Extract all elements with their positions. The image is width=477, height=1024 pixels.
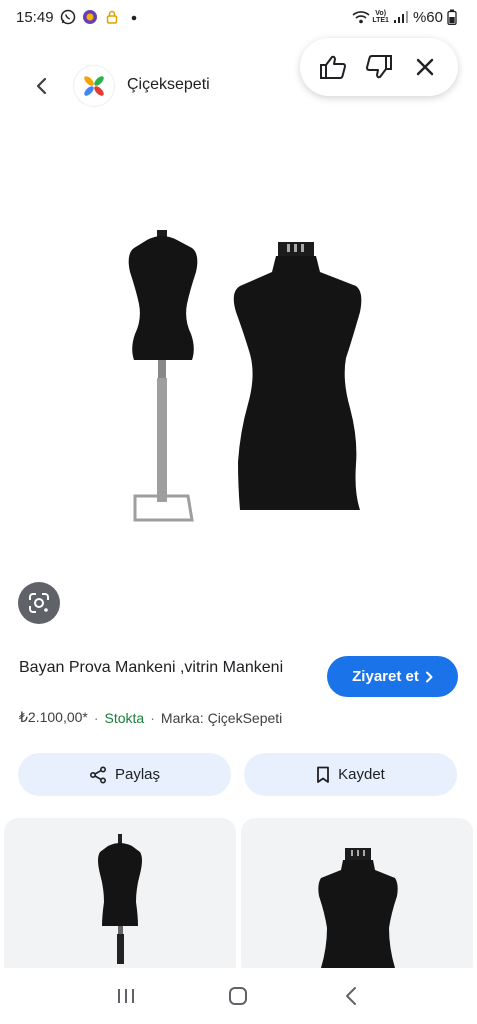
status-time: 15:49	[16, 8, 54, 26]
lens-icon	[29, 593, 49, 613]
close-button[interactable]	[407, 49, 443, 85]
system-back-button[interactable]	[331, 976, 371, 1016]
share-icon	[89, 765, 106, 784]
close-icon	[416, 58, 434, 76]
wifi-icon	[352, 9, 370, 25]
app-notification-icon	[82, 9, 98, 25]
product-title[interactable]: Bayan Prova Mankeni ,vitrin Mankeni	[19, 656, 309, 679]
back-button[interactable]	[24, 70, 60, 102]
thumbs-up-icon	[320, 55, 346, 79]
separator-dot: ·	[93, 709, 99, 726]
lock-app-icon	[104, 9, 120, 25]
feedback-pill	[300, 38, 458, 96]
whatsapp-icon	[60, 9, 76, 25]
related-results	[0, 818, 477, 978]
bookmark-icon	[317, 766, 330, 783]
product-meta: ₺2.100,00* · Stokta · Marka: ÇiçekSepeti	[19, 709, 282, 726]
signal-icon	[393, 9, 409, 25]
related-mannequin-image	[318, 848, 398, 968]
status-bar: 15:49 Vo) LTE1 %60	[0, 0, 477, 34]
site-name[interactable]: Çiçeksepeti	[127, 76, 210, 94]
mannequin-large-figure	[233, 242, 362, 510]
thumbs-down-button[interactable]	[361, 49, 397, 85]
product-brand: Marka: ÇiçekSepeti	[160, 709, 283, 726]
mannequin-small-figure	[128, 230, 198, 522]
status-right: Vo) LTE1 %60	[352, 9, 463, 26]
system-back-icon	[345, 987, 356, 1005]
status-left: 15:49	[16, 9, 142, 26]
stock-status: Stokta	[104, 709, 145, 726]
site-logo[interactable]	[74, 66, 114, 106]
visit-button[interactable]: Ziyaret et	[327, 656, 458, 697]
system-nav-bar	[0, 968, 477, 1024]
home-button[interactable]	[218, 976, 258, 1016]
product-price: ₺2.100,00*	[19, 709, 88, 725]
thumbs-down-icon	[366, 55, 392, 79]
save-button[interactable]: Kaydet	[244, 753, 457, 796]
network-type-label: Vo) LTE1	[372, 10, 389, 24]
share-button-label: Paylaş	[114, 766, 161, 783]
battery-percent: %60	[412, 8, 443, 26]
visit-button-label: Ziyaret et	[352, 668, 419, 685]
chevron-left-icon	[36, 77, 47, 95]
related-result-card[interactable]	[241, 818, 473, 978]
google-lens-button[interactable]	[18, 582, 60, 624]
recent-apps-button[interactable]	[106, 976, 146, 1016]
thumbs-up-button[interactable]	[315, 49, 351, 85]
notification-dot-icon	[126, 9, 142, 25]
battery-icon	[447, 9, 463, 26]
product-image[interactable]	[0, 122, 477, 642]
related-result-card[interactable]	[4, 818, 236, 978]
save-button-label: Kaydet	[338, 766, 385, 783]
separator-dot: ·	[150, 709, 155, 726]
related-mannequin-image	[98, 834, 142, 964]
result-header: Çiçeksepeti	[0, 38, 477, 116]
chevron-right-icon	[425, 671, 433, 682]
mannequin-image	[128, 230, 362, 522]
home-icon	[229, 987, 248, 1005]
share-button[interactable]: Paylaş	[18, 753, 231, 796]
flower-logo-icon	[84, 76, 104, 96]
recent-apps-icon	[118, 989, 135, 1003]
